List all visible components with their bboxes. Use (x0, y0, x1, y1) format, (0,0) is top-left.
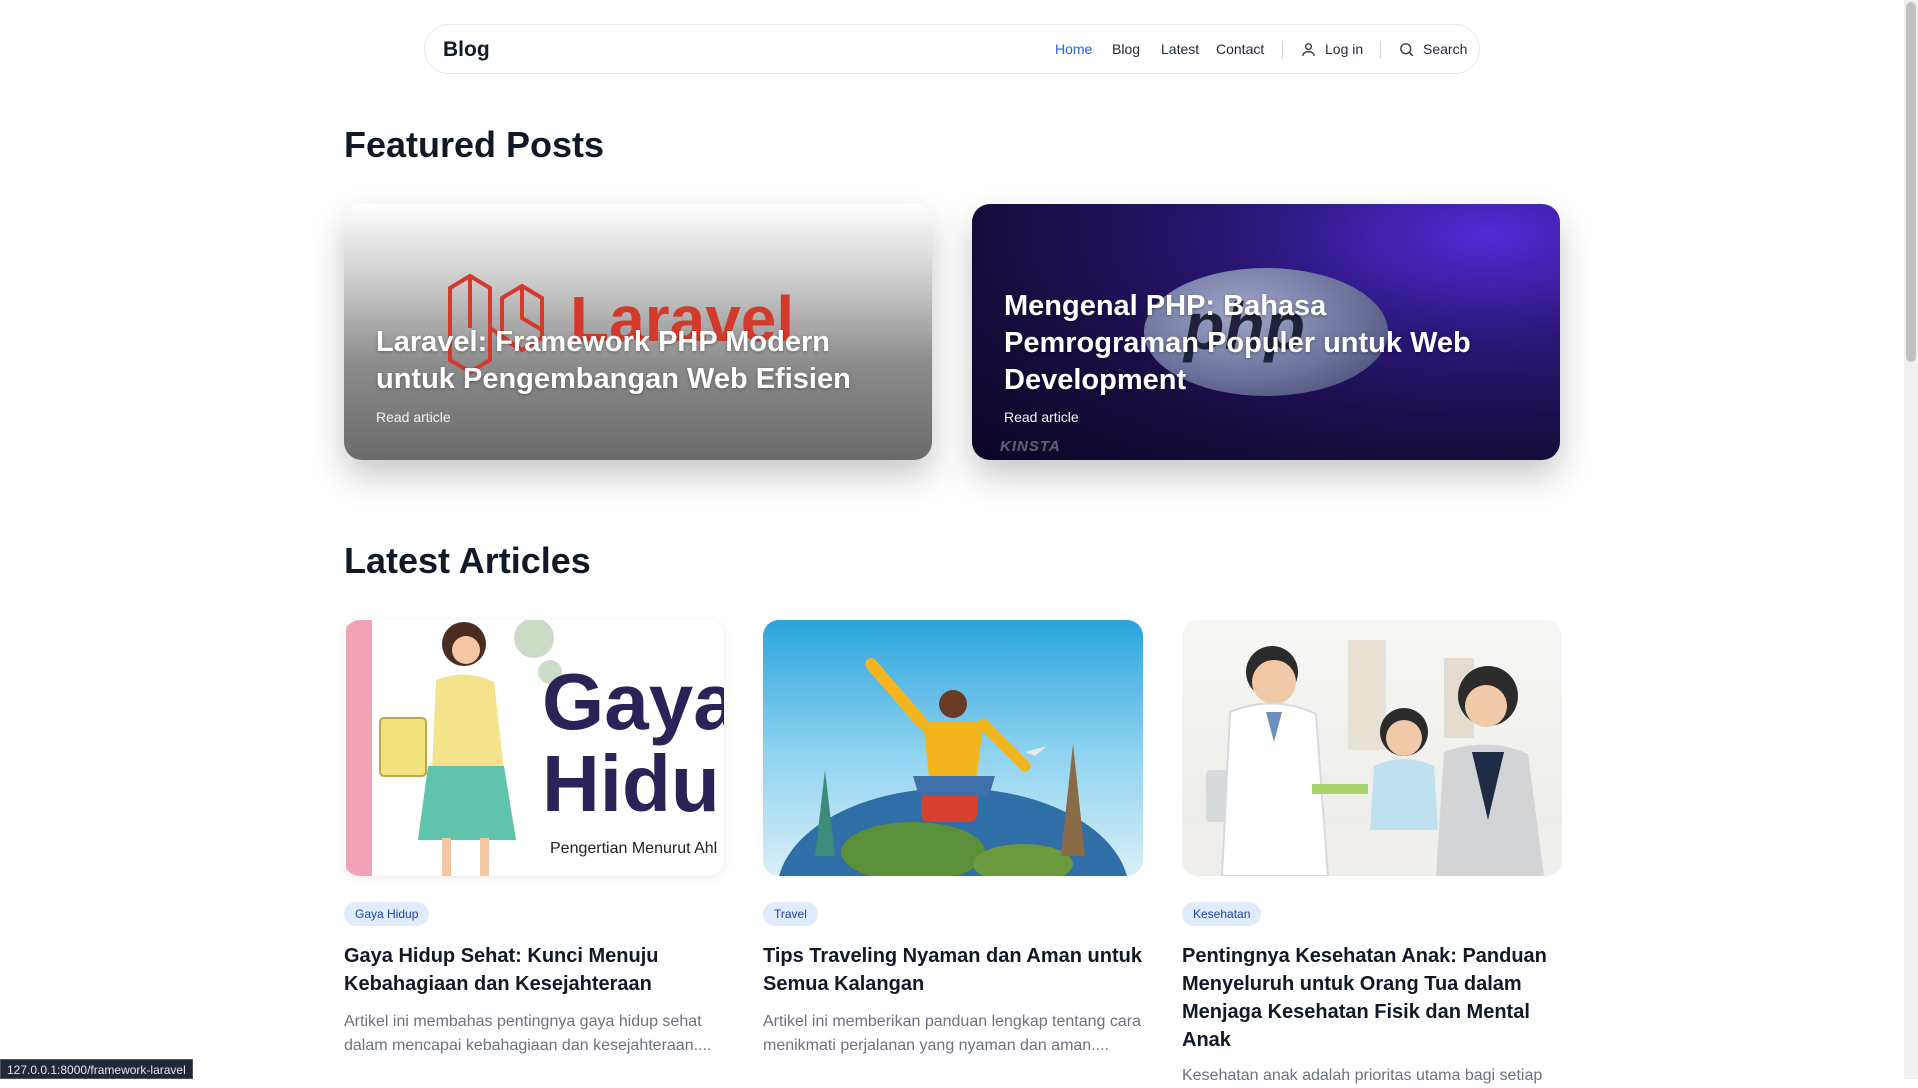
health-illustration (1182, 640, 1562, 876)
search-label[interactable]: Search (1423, 41, 1467, 57)
nav-link-latest[interactable]: Latest (1161, 41, 1199, 57)
brand-logo[interactable]: Blog (443, 38, 490, 62)
navbar: Blog Home Blog Latest Contact Log in Sea… (424, 24, 1480, 74)
article-title[interactable]: Tips Traveling Nyaman dan Aman untuk Sem… (763, 942, 1143, 998)
scrollbar[interactable] (1904, 0, 1918, 1079)
category-badge[interactable]: Kesehatan (1182, 902, 1262, 926)
category-badge[interactable]: Travel (763, 902, 818, 926)
login-label[interactable]: Log in (1325, 41, 1363, 57)
article-card-gaya-hidup[interactable]: Gaya Hidu Pengertian Menurut Ahl Gaya Hi… (344, 620, 724, 1054)
article-excerpt: Kesehatan anak adalah prioritas utama ba… (1182, 1067, 1543, 1084)
image-caption: Pengertian Menurut Ahl (550, 840, 718, 857)
nav-link-contact[interactable]: Contact (1216, 41, 1264, 57)
scrollbar-thumb[interactable] (1906, 2, 1916, 362)
user-icon (1302, 43, 1315, 56)
featured-card-php[interactable]: php Mengenal PHP: Bahasa Pemrograman Pop… (972, 204, 1560, 460)
category-badge[interactable]: Gaya Hidup (344, 902, 430, 926)
article-image (763, 620, 1143, 876)
featured-card-laravel[interactable]: Laravel Laravel: Framework PHP Modern un… (344, 204, 932, 460)
nav-divider (1380, 41, 1381, 59)
nav-link-blog[interactable]: Blog (1112, 41, 1140, 57)
latest-section-title: Latest Articles (344, 540, 591, 581)
article-title[interactable]: Pentingnya Kesehatan Anak: Panduan Menye… (1182, 942, 1562, 1054)
article-card-kesehatan[interactable]: Kesehatan Pentingnya Kesehatan Anak: Pan… (1182, 620, 1562, 1084)
travel-illustration (779, 658, 1127, 876)
read-article-link[interactable]: Read article (1004, 409, 1079, 425)
article-image (1182, 620, 1562, 876)
article-image: Gaya Hidu Pengertian Menurut Ahl (344, 620, 724, 876)
article-excerpt: Artikel ini membahas pentingnya gaya hid… (344, 1013, 712, 1054)
article-title[interactable]: Gaya Hidup Sehat: Kunci Menuju Kebahagia… (344, 942, 724, 998)
image-watermark: KINSTA (1000, 438, 1061, 455)
featured-post-title[interactable]: Mengenal PHP: Bahasa Pemrograman Populer… (1004, 288, 1524, 399)
article-card-travel[interactable]: Travel Tips Traveling Nyaman dan Aman un… (763, 620, 1143, 1054)
nav-divider (1282, 41, 1283, 59)
read-article-link[interactable]: Read article (376, 409, 451, 425)
featured-section-title: Featured Posts (344, 124, 605, 165)
image-text-gaya: Gaya (542, 657, 724, 746)
nav-link-home[interactable]: Home (1055, 41, 1092, 57)
status-bar-url: 127.0.0.1:8000/framework-laravel (0, 1059, 193, 1079)
image-text-hidup: Hidu (542, 739, 720, 828)
featured-post-title[interactable]: Laravel: Framework PHP Modern untuk Peng… (376, 324, 906, 398)
article-excerpt: Artikel ini memberikan panduan lengkap t… (763, 1013, 1142, 1054)
search-icon (1400, 43, 1414, 57)
